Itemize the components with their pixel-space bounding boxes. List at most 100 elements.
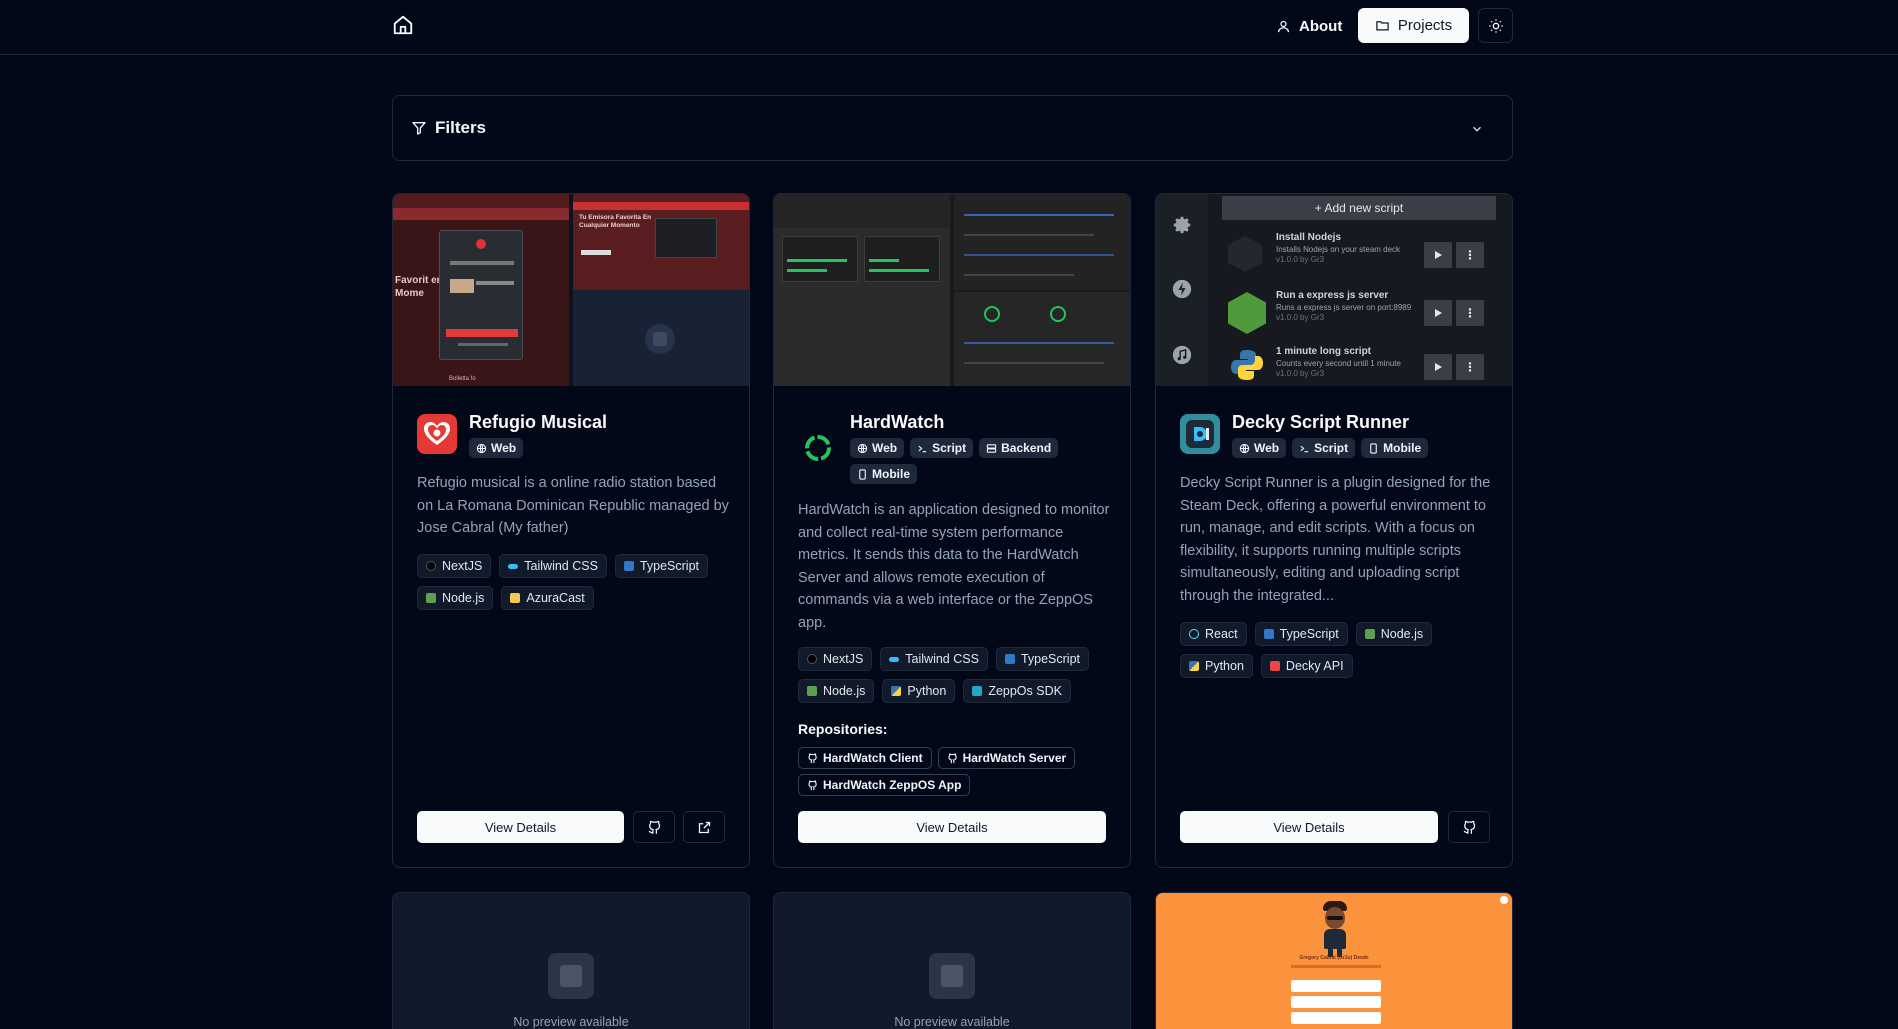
projects-button[interactable]: Projects	[1358, 8, 1469, 43]
project-title: Refugio Musical	[469, 412, 608, 432]
project-description: HardWatch is an application designed to …	[798, 502, 1110, 631]
category-list: Web Script Backend Mobile	[850, 438, 1110, 484]
tech-label: NextJS	[442, 559, 483, 573]
project-card-refugio-musical: Favorit er Mome Bolletta fo Tu Emisora F…	[392, 193, 750, 868]
python-logo-icon	[1230, 348, 1264, 382]
tech-label: Tailwind CSS	[905, 652, 979, 666]
about-link[interactable]: About	[1266, 9, 1352, 43]
tech-badge-tailwind: Tailwind CSS	[499, 554, 607, 578]
github-icon	[947, 752, 958, 764]
close-icon	[1500, 896, 1508, 904]
azuracast-icon	[510, 593, 521, 603]
tech-label: TypeScript	[1279, 627, 1339, 641]
project-preview-image: + Add new script Install Nodejs Installs…	[1156, 194, 1512, 386]
github-icon	[1462, 820, 1477, 835]
tech-badge-zeppos: ZeppOs SDK	[963, 679, 1071, 703]
category-badge-mobile: Mobile	[850, 464, 917, 484]
no-preview-placeholder: No preview available	[393, 893, 749, 1029]
smartphone-icon	[1368, 442, 1379, 454]
zeppos-icon	[972, 686, 983, 696]
repo-label: HardWatch Client	[823, 751, 923, 765]
repo-link-server[interactable]: HardWatch Server	[937, 747, 1076, 769]
view-details-button[interactable]: View Details	[417, 811, 624, 843]
typescript-icon	[1004, 654, 1015, 664]
script-sub: Installs Nodejs on your steam deck	[1276, 245, 1401, 254]
gear-icon	[1171, 214, 1193, 236]
repo-link-zeppos[interactable]: HardWatch ZeppOS App	[798, 774, 971, 796]
github-button[interactable]	[633, 811, 675, 843]
tech-badge-nextjs: NextJS	[417, 554, 492, 578]
project-title: HardWatch	[850, 412, 945, 432]
repo-link-client[interactable]: HardWatch Client	[798, 747, 932, 769]
project-preview-image: Favorit er Mome Bolletta fo Tu Emisora F…	[393, 194, 749, 386]
category-label: Script	[1314, 441, 1349, 455]
repository-list: HardWatch Client HardWatch Server HardWa…	[798, 747, 1110, 796]
project-card-portfolio: Gregory Cabral (Gr3u) Desde	[1155, 892, 1513, 1029]
script-icon-hexagon	[1228, 236, 1262, 272]
globe-icon	[476, 443, 487, 454]
category-badge-mobile: Mobile	[1361, 438, 1429, 458]
nodejs-hexagon-icon	[1228, 292, 1266, 334]
project-card-no-preview-1: No preview available	[392, 892, 750, 1029]
github-icon	[807, 779, 818, 791]
no-preview-text: No preview available	[894, 1015, 1010, 1029]
project-description: Refugio musical is a online radio statio…	[417, 475, 729, 537]
view-details-button[interactable]: View Details	[1180, 811, 1438, 843]
script-name: Run a express js server	[1276, 290, 1389, 301]
github-icon	[807, 752, 818, 764]
project-title: Decky Script Runner	[1232, 412, 1410, 432]
view-details-button[interactable]: View Details	[798, 811, 1106, 843]
avatar-illustration	[1320, 901, 1350, 957]
category-label: Web	[872, 441, 898, 455]
projects-label: Projects	[1397, 17, 1453, 34]
tailwind-icon	[889, 656, 900, 662]
chevron-down-icon[interactable]	[1470, 122, 1484, 136]
tailwind-icon	[508, 563, 519, 569]
tech-label: Node.js	[1380, 627, 1424, 641]
play-icon	[1424, 354, 1452, 380]
filter-icon	[411, 120, 427, 136]
server-icon	[986, 443, 997, 454]
tech-badge-tailwind: Tailwind CSS	[880, 647, 988, 671]
theme-toggle-button[interactable]	[1478, 8, 1513, 43]
tech-badge-python: Python	[882, 679, 956, 703]
more-icon: ⋮	[1456, 354, 1484, 380]
external-link-button[interactable]	[683, 811, 725, 843]
refugio-logo	[417, 414, 457, 454]
tech-badge-azuracast: AzuraCast	[501, 586, 594, 610]
decky-api-icon	[1269, 661, 1280, 671]
tech-badge-nodejs: Node.js	[798, 679, 875, 703]
category-label: Mobile	[1383, 441, 1422, 455]
tech-badge-typescript: TypeScript	[614, 554, 708, 578]
project-card-hardwatch: HardWatch Web Script Backend Mobile Hard…	[773, 193, 1131, 868]
portfolio-preview-image: Gregory Cabral (Gr3u) Desde	[1156, 893, 1512, 1029]
tech-list: NextJS Tailwind CSS TypeScript Node.js A…	[417, 554, 729, 610]
github-icon	[647, 820, 662, 835]
repo-label: HardWatch ZeppOS App	[823, 778, 962, 792]
about-label: About	[1299, 17, 1343, 35]
nextjs-icon	[807, 654, 817, 664]
script-ver: v1.0.0 by Gr3	[1276, 255, 1325, 264]
no-preview-placeholder: No preview available	[774, 893, 1130, 1029]
hardwatch-logo	[798, 428, 838, 468]
home-icon[interactable]	[392, 14, 414, 36]
script-sub: Counts every second until 1 minute	[1276, 359, 1401, 368]
terminal-icon	[917, 443, 928, 454]
tech-label: Tailwind CSS	[524, 559, 598, 573]
nodejs-icon	[426, 593, 436, 603]
tech-label: AzuraCast	[526, 591, 585, 605]
tech-label: TypeScript	[639, 559, 699, 573]
github-button[interactable]	[1448, 811, 1490, 843]
preview-footer-text: Bolletta fo	[449, 376, 476, 382]
tech-label: Node.js	[442, 591, 485, 605]
top-nav: About Projects	[0, 0, 1898, 55]
more-icon: ⋮	[1456, 242, 1484, 268]
music-icon	[1171, 344, 1193, 366]
tech-badge-typescript: TypeScript	[995, 647, 1089, 671]
user-icon	[1276, 19, 1291, 34]
filters-panel[interactable]: Filters	[392, 95, 1513, 161]
portfolio-title: Gregory Cabral (Gr3u) Desde	[1299, 955, 1369, 961]
category-badge-script: Script	[1292, 438, 1356, 458]
tech-label: NextJS	[823, 652, 864, 666]
preview-add-script: + Add new script	[1222, 196, 1496, 220]
